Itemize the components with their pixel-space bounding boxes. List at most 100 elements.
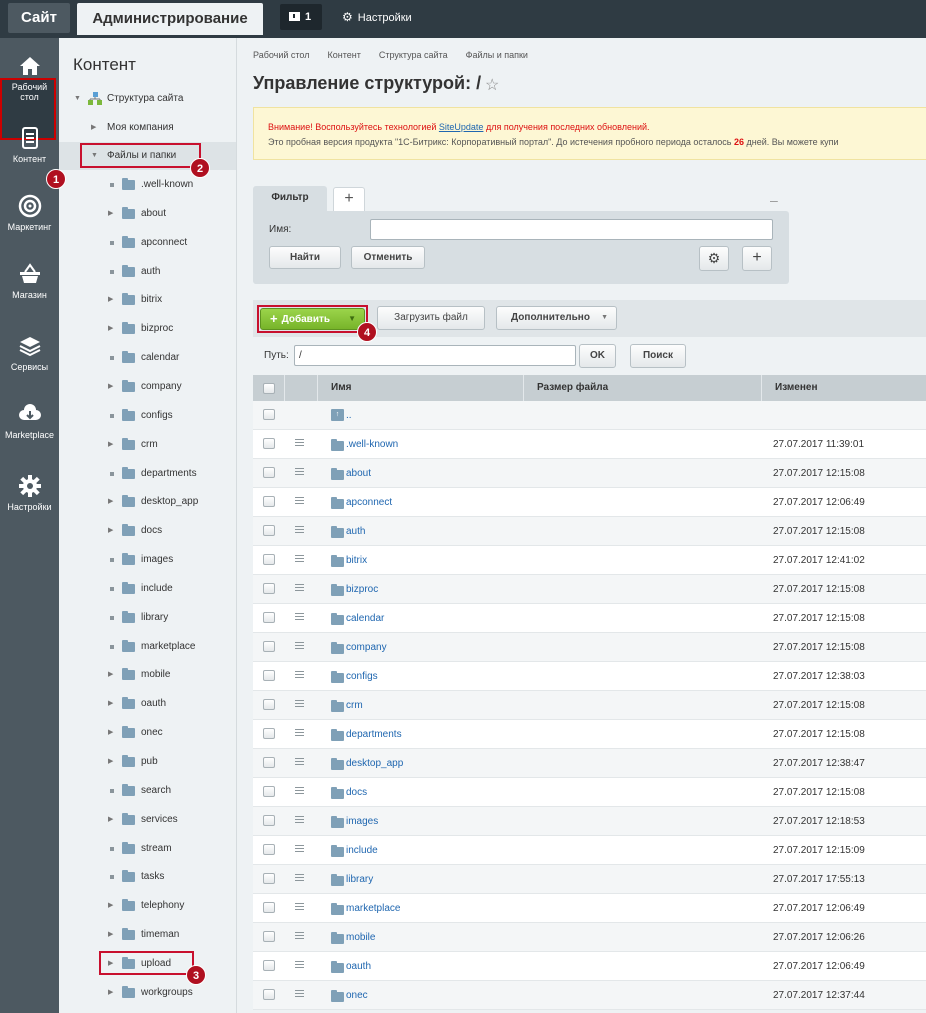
table-row[interactable]: desktop_app 27.07.2017 12:38:47 bbox=[253, 749, 926, 778]
table-row[interactable]: images 27.07.2017 12:18:53 bbox=[253, 807, 926, 836]
row-name[interactable]: configs bbox=[346, 662, 378, 692]
tree-folder-item[interactable]: search bbox=[59, 777, 236, 805]
path-input[interactable]: / bbox=[294, 345, 576, 366]
siteupdate-link[interactable]: SiteUpdate bbox=[439, 122, 484, 132]
row-name[interactable]: library bbox=[346, 865, 373, 895]
tree-folder-item[interactable]: .well-known bbox=[59, 171, 236, 199]
rail-item-desktop[interactable]: Рабочий стол bbox=[0, 54, 59, 102]
table-row[interactable]: bizproc 27.07.2017 12:15:08 bbox=[253, 575, 926, 604]
tree-folder-item[interactable]: ▶ oauth bbox=[59, 690, 236, 718]
row-menu-icon[interactable] bbox=[295, 613, 304, 620]
row-checkbox[interactable] bbox=[263, 670, 275, 681]
table-row[interactable]: departments 27.07.2017 12:15:08 bbox=[253, 720, 926, 749]
rail-item-shop[interactable]: Магазин bbox=[0, 262, 59, 300]
row-checkbox[interactable] bbox=[263, 960, 275, 971]
notifications-button[interactable]: 1 bbox=[280, 4, 322, 30]
row-name[interactable]: about bbox=[346, 459, 371, 489]
row-checkbox[interactable] bbox=[263, 989, 275, 1000]
row-menu-icon[interactable] bbox=[295, 497, 304, 504]
add-button[interactable]: + Добавить ▼ bbox=[260, 308, 365, 330]
row-name[interactable]: calendar bbox=[346, 604, 384, 634]
expand-arrow-icon[interactable]: ▶ bbox=[108, 806, 118, 834]
expand-arrow-icon[interactable]: ▶ bbox=[108, 719, 118, 747]
tree-folder-item[interactable]: configs bbox=[59, 402, 236, 430]
table-row[interactable]: docs 27.07.2017 12:15:08 bbox=[253, 778, 926, 807]
settings-link[interactable]: ⚙ Настройки bbox=[342, 10, 412, 24]
tree-folder-item[interactable]: stream bbox=[59, 835, 236, 863]
row-checkbox[interactable] bbox=[263, 554, 275, 565]
row-menu-icon[interactable] bbox=[295, 990, 304, 997]
row-checkbox[interactable] bbox=[263, 496, 275, 507]
row-name[interactable]: docs bbox=[346, 778, 367, 808]
table-row[interactable]: apconnect 27.07.2017 12:06:49 bbox=[253, 488, 926, 517]
add-filter-field-button[interactable]: + bbox=[742, 246, 772, 271]
table-row[interactable]: about 27.07.2017 12:15:08 bbox=[253, 459, 926, 488]
tree-folder-item[interactable]: ▶ onec bbox=[59, 719, 236, 747]
row-name[interactable]: mobile bbox=[346, 923, 375, 953]
expand-arrow-icon[interactable]: ▶ bbox=[91, 114, 101, 142]
row-checkbox[interactable] bbox=[263, 438, 275, 449]
tree-folder-item[interactable]: ▶ pub bbox=[59, 748, 236, 776]
select-all-checkbox[interactable] bbox=[263, 383, 275, 394]
row-name[interactable]: apconnect bbox=[346, 488, 392, 518]
tree-folder-item[interactable]: auth bbox=[59, 258, 236, 286]
row-menu-icon[interactable] bbox=[295, 700, 304, 707]
row-menu-icon[interactable] bbox=[295, 787, 304, 794]
row-checkbox[interactable] bbox=[263, 525, 275, 536]
row-name[interactable]: crm bbox=[346, 691, 363, 721]
rail-item-services[interactable]: Сервисы bbox=[0, 334, 59, 372]
table-row[interactable]: mobile 27.07.2017 12:06:26 bbox=[253, 923, 926, 952]
table-row[interactable]: company 27.07.2017 12:15:08 bbox=[253, 633, 926, 662]
header-name[interactable]: Имя bbox=[318, 375, 524, 401]
tree-folder-item[interactable]: library bbox=[59, 604, 236, 632]
tree-folder-item[interactable]: ▶ bizproc bbox=[59, 315, 236, 343]
row-checkbox[interactable] bbox=[263, 612, 275, 623]
row-menu-icon[interactable] bbox=[295, 468, 304, 475]
table-row[interactable]: include 27.07.2017 12:15:09 bbox=[253, 836, 926, 865]
row-checkbox[interactable] bbox=[263, 467, 275, 478]
cancel-button[interactable]: Отменить bbox=[351, 246, 425, 269]
row-name[interactable]: bizproc bbox=[346, 575, 378, 605]
row-name[interactable]: departments bbox=[346, 720, 402, 750]
expand-arrow-icon[interactable]: ▶ bbox=[108, 488, 118, 516]
row-menu-icon[interactable] bbox=[295, 874, 304, 881]
row-checkbox[interactable] bbox=[263, 815, 275, 826]
row-menu-icon[interactable] bbox=[295, 816, 304, 823]
tree-folder-item[interactable]: ▶ docs bbox=[59, 517, 236, 545]
row-name[interactable]: marketplace bbox=[346, 894, 400, 924]
row-menu-icon[interactable] bbox=[295, 932, 304, 939]
row-checkbox[interactable] bbox=[263, 873, 275, 884]
row-menu-icon[interactable] bbox=[295, 729, 304, 736]
expand-arrow-icon[interactable]: ▶ bbox=[108, 661, 118, 689]
tree-folder-item[interactable]: apconnect bbox=[59, 229, 236, 257]
expand-arrow-icon[interactable]: ▶ bbox=[108, 517, 118, 545]
add-filter-tab-button[interactable]: + bbox=[333, 187, 365, 212]
tree-folder-item[interactable]: calendar bbox=[59, 344, 236, 372]
expand-arrow-icon[interactable]: ▶ bbox=[108, 748, 118, 776]
site-tab[interactable]: Сайт bbox=[8, 3, 70, 33]
row-checkbox[interactable] bbox=[263, 583, 275, 594]
rail-item-marketing[interactable]: Маркетинг bbox=[0, 194, 59, 232]
upload-file-button[interactable]: Загрузить файл bbox=[377, 306, 485, 330]
row-menu-icon[interactable] bbox=[295, 555, 304, 562]
row-checkbox[interactable] bbox=[263, 728, 275, 739]
row-checkbox[interactable] bbox=[263, 931, 275, 942]
tree-folder-item[interactable]: ▶ mobile bbox=[59, 661, 236, 689]
tree-folder-item[interactable]: marketplace bbox=[59, 633, 236, 661]
breadcrumb-item[interactable]: Рабочий стол bbox=[253, 50, 310, 60]
row-menu-icon[interactable] bbox=[295, 845, 304, 852]
row-name[interactable]: images bbox=[346, 807, 378, 837]
expand-arrow-icon[interactable]: ▶ bbox=[108, 921, 118, 949]
expand-arrow-icon[interactable]: ▼ bbox=[74, 85, 84, 113]
table-row[interactable]: bitrix 27.07.2017 12:41:02 bbox=[253, 546, 926, 575]
more-button[interactable]: Дополнительно ▼ bbox=[496, 306, 617, 330]
row-name[interactable]: company bbox=[346, 633, 387, 663]
filter-settings-button[interactable]: ⚙ bbox=[699, 246, 729, 271]
row-name[interactable]: include bbox=[346, 836, 378, 866]
search-button[interactable]: Поиск bbox=[630, 344, 686, 368]
table-row[interactable]: crm 27.07.2017 12:15:08 bbox=[253, 691, 926, 720]
tree-folder-item[interactable]: ▶ about bbox=[59, 200, 236, 228]
row-name[interactable]: desktop_app bbox=[346, 749, 403, 779]
breadcrumb-item[interactable]: Структура сайта bbox=[379, 50, 448, 60]
table-row[interactable]: configs 27.07.2017 12:38:03 bbox=[253, 662, 926, 691]
